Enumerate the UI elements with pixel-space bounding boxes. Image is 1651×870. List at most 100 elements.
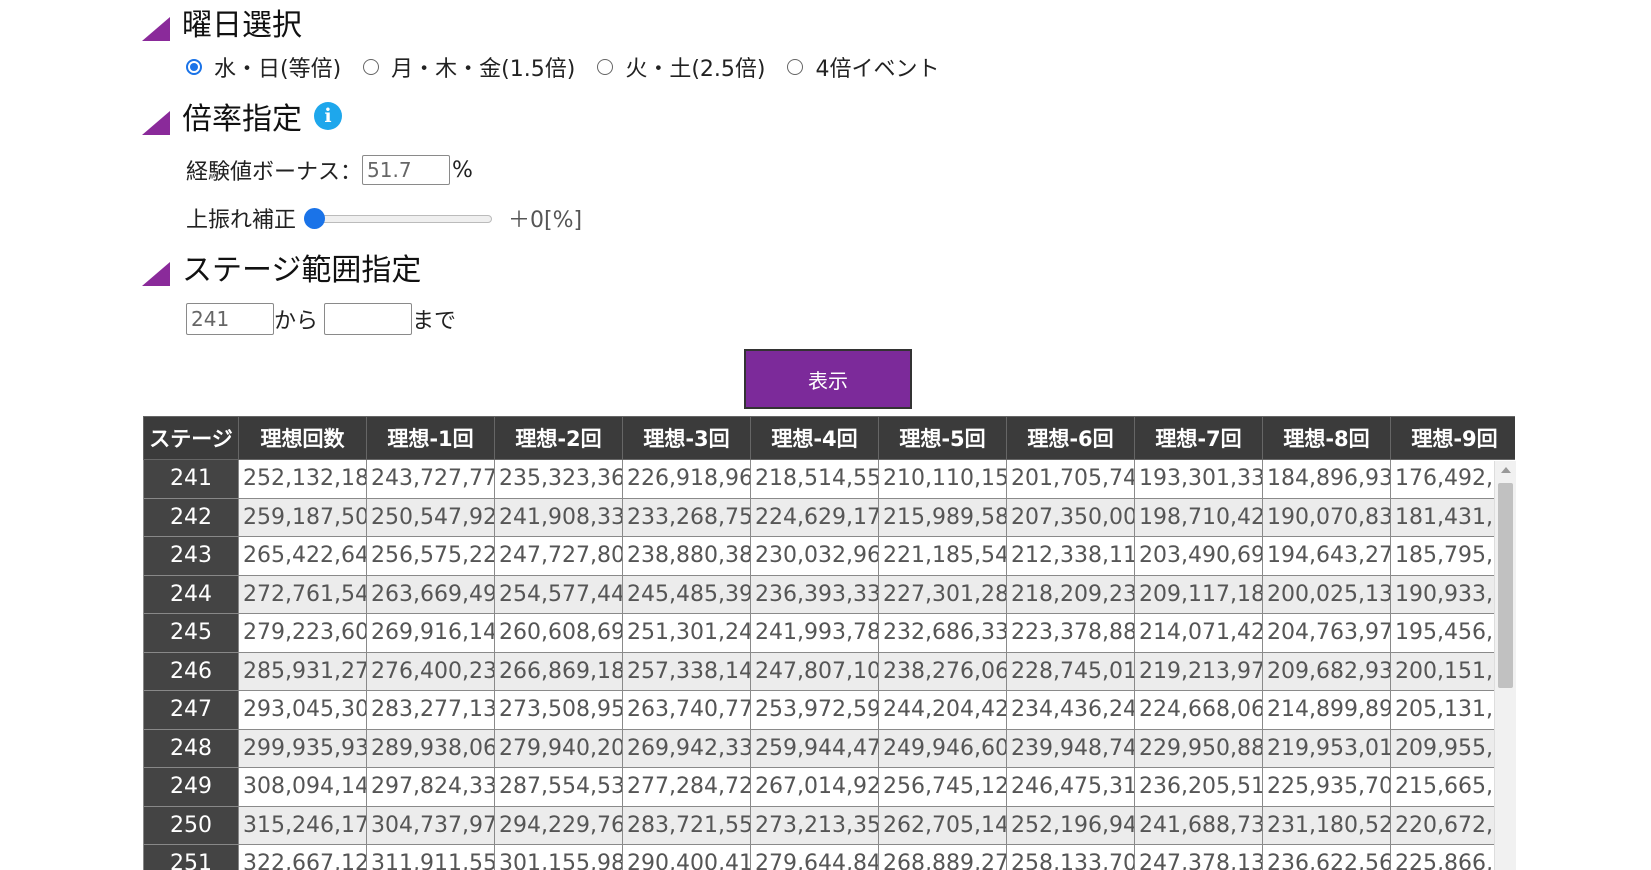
exp-value-cell: 243,727,774 — [366, 459, 495, 499]
exp-value-cell: 266,869,189 — [494, 651, 623, 691]
results-table-container: ステージ 理想回数 理想-1回 理想-2回 理想-3回 理想-4回 理想-5回 理想-6回 理想… — [143, 416, 1515, 870]
exp-value-cell: 190,070,837 — [1262, 497, 1391, 537]
exp-value-cell: 263,669,493 — [366, 574, 495, 614]
exp-value-cell: 224,629,171 — [750, 497, 879, 537]
table-scrollbar[interactable] — [1494, 461, 1516, 870]
exp-value-cell: 231,180,529 — [1262, 805, 1391, 845]
radio-option-weds-sun[interactable]: 水・日(等倍) — [186, 51, 341, 83]
exp-value-cell: 209,117,184 — [1134, 574, 1263, 614]
column-header: 理想-1回 — [366, 416, 495, 460]
exp-value-cell: 289,938,066 — [366, 728, 495, 768]
stage-from-input[interactable] — [186, 303, 274, 335]
radio-button[interactable] — [186, 59, 202, 75]
exp-value-cell: 251,301,241 — [622, 613, 751, 653]
show-button[interactable]: 表示 — [744, 349, 912, 409]
exp-value-cell: 279,940,201 — [494, 728, 623, 768]
exp-value-cell: 241,688,735 — [1134, 805, 1263, 845]
table-row: 248299,935,930289,938,066279,940,201269,… — [143, 728, 1515, 768]
exp-value-cell: 219,953,015 — [1262, 728, 1391, 768]
stage-to-input[interactable] — [324, 303, 413, 335]
exp-value-cell: 256,745,120 — [878, 767, 1007, 807]
upswing-value: ＋0[%] — [508, 208, 583, 233]
exp-value-cell: 254,577,442 — [494, 574, 623, 614]
column-header-stage: ステージ — [143, 416, 239, 460]
exp-value-cell: 269,916,147 — [366, 613, 495, 653]
exp-value-cell: 241,993,787 — [750, 613, 879, 653]
radio-label: 月・木・金(1.5倍) — [391, 57, 576, 82]
exp-value-cell: 279,223,601 — [238, 613, 367, 653]
column-header: 理想-3回 — [622, 416, 751, 460]
exp-value-cell: 193,301,338 — [1134, 459, 1263, 499]
exp-value-cell: 247,378,132 — [1134, 844, 1263, 870]
exp-value-cell: 236,205,510 — [1134, 767, 1263, 807]
exp-value-cell: 277,284,729 — [622, 767, 751, 807]
stage-cell: 244 — [143, 574, 239, 614]
upswing-label: 上振れ補正 — [186, 208, 297, 233]
stage-cell: 249 — [143, 767, 239, 807]
upswing-slider[interactable] — [304, 208, 493, 229]
exp-value-cell: 224,668,068 — [1134, 690, 1263, 730]
triangle-marker-icon — [142, 262, 170, 286]
exp-value-cell: 209,682,934 — [1262, 651, 1391, 691]
table-row: 249308,094,144297,824,339287,554,534277,… — [143, 767, 1515, 807]
section-title: ステージ範囲指定 — [182, 253, 422, 288]
exp-value-cell: 238,276,062 — [878, 651, 1007, 691]
table-header-row: ステージ 理想回数 理想-1回 理想-2回 理想-3回 理想-4回 理想-5回 理想-6回 理想… — [143, 416, 1515, 460]
exp-value-cell: 308,094,144 — [238, 767, 367, 807]
exp-value-cell: 262,705,147 — [878, 805, 1007, 845]
info-icon[interactable]: i — [314, 102, 342, 130]
exp-value-cell: 227,301,287 — [878, 574, 1007, 614]
exp-value-cell: 265,422,648 — [238, 536, 367, 576]
exp-value-cell: 294,229,765 — [494, 805, 623, 845]
radio-label: 4倍イベント — [815, 57, 940, 82]
exp-value-cell: 198,710,420 — [1134, 497, 1263, 537]
exp-value-cell: 234,436,245 — [1006, 690, 1135, 730]
column-header: 理想-2回 — [494, 416, 623, 460]
slider-thumb[interactable] — [304, 208, 326, 229]
exp-value-cell: 252,196,941 — [1006, 805, 1135, 845]
from-label: から — [274, 309, 319, 334]
exp-value-cell: 257,338,147 — [622, 651, 751, 691]
scroll-up-arrow-icon[interactable] — [1501, 467, 1511, 473]
radio-label: 水・日(等倍) — [214, 57, 342, 82]
exp-value-cell: 283,277,130 — [366, 690, 495, 730]
table-row: 251322,667,128311,911,557301,155,986290,… — [143, 844, 1515, 870]
table-row: 243265,422,648256,575,226247,727,805238,… — [143, 536, 1515, 576]
exp-value-cell: 244,204,422 — [878, 690, 1007, 730]
radio-button[interactable] — [597, 59, 614, 75]
exp-bonus-input[interactable] — [362, 155, 451, 185]
exp-value-cell: 301,155,986 — [494, 844, 623, 870]
exp-value-cell: 235,323,368 — [494, 459, 623, 499]
radio-button[interactable] — [363, 59, 380, 75]
exp-value-cell: 259,187,505 — [238, 497, 367, 537]
exp-value-cell: 212,338,118 — [1006, 536, 1135, 576]
exp-value-cell: 252,132,180 — [238, 459, 367, 499]
exp-value-cell: 297,824,339 — [366, 767, 495, 807]
exp-value-cell: 256,575,226 — [366, 536, 495, 576]
exp-value-cell: 250,547,921 — [366, 497, 495, 537]
exp-value-cell: 226,918,962 — [622, 459, 751, 499]
exp-value-cell: 184,896,932 — [1262, 459, 1391, 499]
upswing-row: 上振れ補正 ＋0[%] — [186, 202, 582, 234]
radio-option-4x-event[interactable]: 4倍イベント — [787, 51, 939, 83]
stage-cell: 251 — [143, 844, 239, 870]
exp-value-cell: 194,643,275 — [1262, 536, 1391, 576]
radio-option-tue-sat[interactable]: 火・土(2.5倍) — [597, 51, 765, 83]
exp-value-cell: 258,133,703 — [1006, 844, 1135, 870]
exp-value-cell: 214,071,427 — [1134, 613, 1263, 653]
exp-value-cell: 273,213,353 — [750, 805, 879, 845]
radio-option-mon-thu-fri[interactable]: 月・木・金(1.5倍) — [363, 51, 575, 83]
exp-value-cell: 204,763,974 — [1262, 613, 1391, 653]
column-header: 理想-9回 — [1390, 416, 1515, 460]
column-header: 理想回数 — [238, 416, 367, 460]
exp-value-cell: 259,944,473 — [750, 728, 879, 768]
scrollbar-thumb[interactable] — [1498, 483, 1513, 688]
section-title: 曜日選択 — [182, 8, 302, 43]
table-row: 241252,132,180243,727,774235,323,368226,… — [143, 459, 1515, 499]
radio-button[interactable] — [787, 59, 804, 75]
exp-value-cell: 229,950,880 — [1134, 728, 1263, 768]
exp-value-cell: 221,185,540 — [878, 536, 1007, 576]
triangle-marker-icon — [142, 111, 170, 135]
section-heading-rate: 倍率指定 i — [142, 98, 342, 137]
exp-value-cell: 228,745,019 — [1006, 651, 1135, 691]
